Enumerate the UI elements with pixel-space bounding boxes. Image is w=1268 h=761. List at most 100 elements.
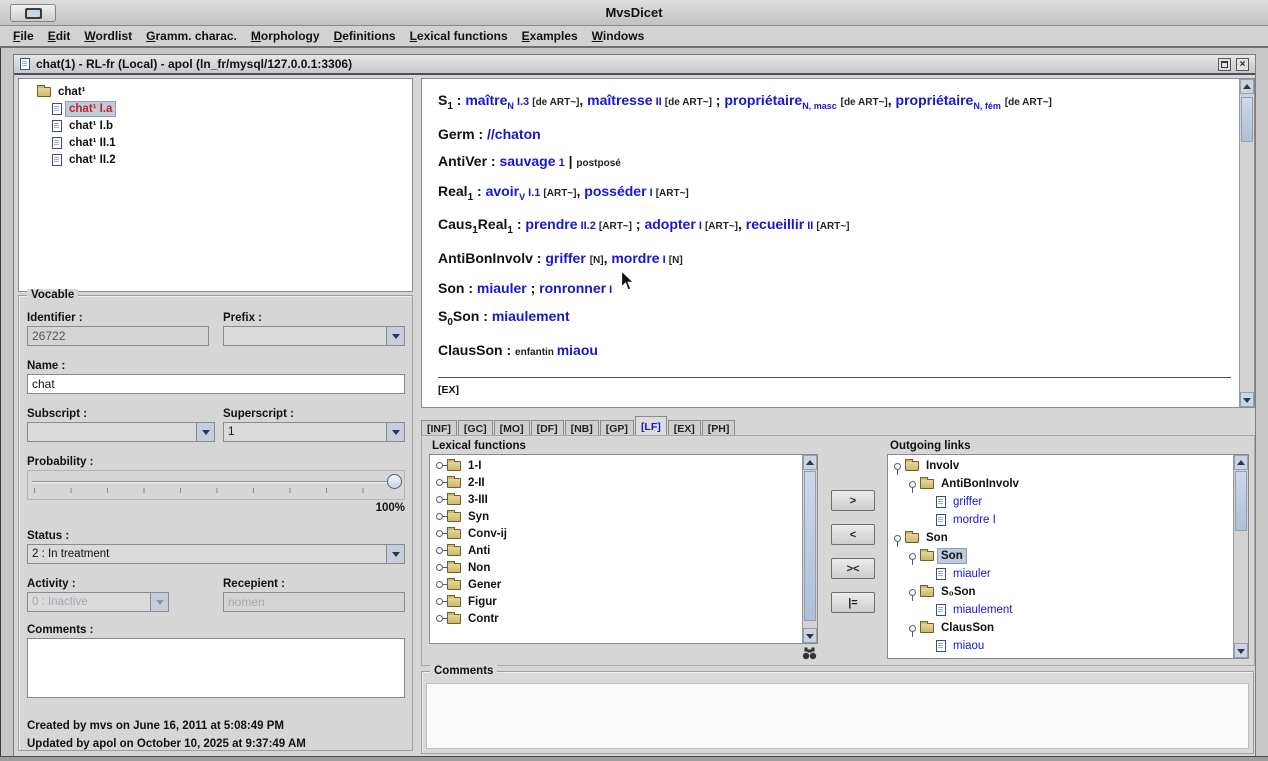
activity-combobox-value: 0 : Inactive	[28, 593, 150, 611]
vocable-comments-area[interactable]	[27, 638, 405, 698]
tree-node-miaulement[interactable]: miaulement	[888, 601, 1248, 619]
tree-node-son[interactable]: Son	[888, 547, 1248, 565]
expand-toggle-icon[interactable]	[436, 547, 443, 554]
tab-mo[interactable]: [MO]	[494, 420, 530, 436]
tree-node-syn[interactable]: Syn	[430, 508, 817, 525]
menu-morphology[interactable]: Morphology	[244, 26, 327, 46]
tree-node-clausson[interactable]: ClausSon	[888, 619, 1248, 637]
expand-toggle-icon[interactable]	[436, 513, 443, 520]
tree-node-non[interactable]: Non	[430, 559, 817, 576]
tree-node-label: chat¹ I.a	[66, 102, 115, 116]
collapse-toggle-icon[interactable]	[894, 535, 901, 542]
text-segment: prendre	[525, 216, 577, 232]
tree-node-s-son[interactable]: S₀Son	[888, 583, 1248, 601]
scroll-up-icon[interactable]	[803, 455, 817, 470]
tree-node-figur[interactable]: Figur	[430, 593, 817, 610]
tree-node-conv-ij[interactable]: Conv-ij	[430, 525, 817, 542]
tab-ph[interactable]: [PH]	[702, 420, 736, 436]
menu-examples[interactable]: Examples	[515, 26, 585, 46]
expand-toggle-icon[interactable]	[436, 615, 443, 622]
tree-node-2-ii[interactable]: 2-II	[430, 474, 817, 491]
menu-lexical-functions[interactable]: Lexical functions	[403, 26, 515, 46]
expand-toggle-icon[interactable]	[436, 496, 443, 503]
prefix-combobox[interactable]	[223, 326, 405, 346]
tree-node-chat-ii-2[interactable]: chat¹ II.2	[19, 151, 412, 168]
tree-node-involv[interactable]: Involv	[888, 457, 1248, 475]
outgoing-links-title: Outgoing links	[888, 440, 973, 452]
chevron-down-icon[interactable]	[196, 423, 214, 441]
comments-area[interactable]	[426, 683, 1249, 749]
chevron-down-icon[interactable]	[386, 423, 404, 441]
expand-toggle-icon[interactable]	[436, 598, 443, 605]
subscript-combobox[interactable]	[27, 422, 215, 442]
tab-lf[interactable]: [LF]	[635, 416, 667, 436]
probability-slider[interactable]	[27, 470, 405, 500]
tree-node-griffer[interactable]: griffer	[888, 493, 1248, 511]
identifier-field[interactable]	[27, 326, 209, 346]
lf-scrollbar[interactable]	[802, 455, 817, 643]
tree-node-1-i[interactable]: 1-I	[430, 457, 817, 474]
expand-toggle-icon[interactable]	[436, 564, 443, 571]
scrollbar-thumb[interactable]	[1235, 471, 1247, 531]
tree-node-mordre-i[interactable]: mordre I	[888, 511, 1248, 529]
name-field[interactable]	[27, 374, 405, 394]
collapse-toggle-icon[interactable]	[909, 553, 916, 560]
tab-nb[interactable]: [NB]	[565, 420, 599, 436]
record-window-titlebar[interactable]: chat(1) - RL-fr (Local) - apol (ln_fr/my…	[14, 55, 1255, 75]
tree-node-miauler[interactable]: miauler	[888, 565, 1248, 583]
menu-gramm-charac-[interactable]: Gramm. charac.	[139, 26, 244, 46]
scrollbar-thumb[interactable]	[1241, 97, 1253, 142]
close-icon[interactable]: ×	[1236, 58, 1249, 71]
collapse-toggle-icon[interactable]	[909, 481, 916, 488]
collapse-toggle-icon[interactable]	[909, 625, 916, 632]
tree-node-chat-ii-1[interactable]: chat¹ II.1	[19, 134, 412, 151]
menu-windows[interactable]: Windows	[585, 26, 652, 46]
lexical-function-line: Real1 : avoirV I.1 [ART~], posséder I [A…	[438, 178, 1233, 212]
scroll-up-icon[interactable]	[1234, 455, 1248, 470]
scroll-down-icon[interactable]	[1234, 643, 1248, 658]
search-binoculars-icon[interactable]	[802, 647, 817, 660]
tree-node-son[interactable]: Son	[888, 529, 1248, 547]
tab-ex[interactable]: [EX]	[668, 420, 701, 436]
collapse-toggle-icon[interactable]	[894, 463, 901, 470]
expand-toggle-icon[interactable]	[436, 462, 443, 469]
transfer-button-1[interactable]: <	[831, 524, 875, 545]
transfer-button-3[interactable]: |=	[831, 592, 875, 613]
superscript-combobox[interactable]: 1	[223, 422, 405, 442]
tree-node-antiboninvolv[interactable]: AntiBonInvolv	[888, 475, 1248, 493]
chevron-down-icon[interactable]	[386, 327, 404, 345]
scroll-up-icon[interactable]	[1240, 79, 1254, 94]
tree-node-chat-i-a[interactable]: chat¹ I.a	[19, 100, 412, 117]
transfer-button-2[interactable]: ><	[831, 558, 875, 579]
tree-node-gener[interactable]: Gener	[430, 576, 817, 593]
menu-file[interactable]: File	[6, 26, 41, 46]
tab-gp[interactable]: [GP]	[600, 420, 634, 436]
status-combobox[interactable]: 2 : In treatment	[27, 544, 405, 564]
scroll-down-icon[interactable]	[803, 628, 817, 643]
article-scrollbar[interactable]	[1239, 79, 1254, 407]
tab-gc[interactable]: [GC]	[458, 420, 493, 436]
folder-icon	[920, 551, 934, 561]
expand-toggle-icon[interactable]	[436, 479, 443, 486]
menu-edit[interactable]: Edit	[41, 26, 78, 46]
chevron-down-icon[interactable]	[386, 545, 404, 563]
tree-node-chat-i-b[interactable]: chat¹ I.b	[19, 117, 412, 134]
scroll-down-icon[interactable]	[1240, 392, 1254, 407]
menu-definitions[interactable]: Definitions	[327, 26, 403, 46]
expand-toggle-icon[interactable]	[436, 530, 443, 537]
tree-node-anti[interactable]: Anti	[430, 542, 817, 559]
tab-inf[interactable]: [INF]	[421, 420, 457, 436]
transfer-button-0[interactable]: >	[831, 490, 875, 511]
expand-toggle-icon[interactable]	[436, 581, 443, 588]
outgoing-scrollbar[interactable]	[1233, 455, 1248, 658]
menu-wordlist[interactable]: Wordlist	[77, 26, 139, 46]
scrollbar-thumb[interactable]	[804, 471, 816, 621]
tree-node-contr[interactable]: Contr	[430, 610, 817, 627]
tree-node-miaou[interactable]: miaou	[888, 637, 1248, 655]
tree-node-chat-[interactable]: chat¹	[19, 83, 412, 100]
slider-thumb[interactable]	[387, 474, 402, 489]
tab-df[interactable]: [DF]	[531, 420, 564, 436]
tree-node-3-iii[interactable]: 3-III	[430, 491, 817, 508]
collapse-toggle-icon[interactable]	[909, 589, 916, 596]
maximize-icon[interactable]	[1218, 58, 1231, 71]
